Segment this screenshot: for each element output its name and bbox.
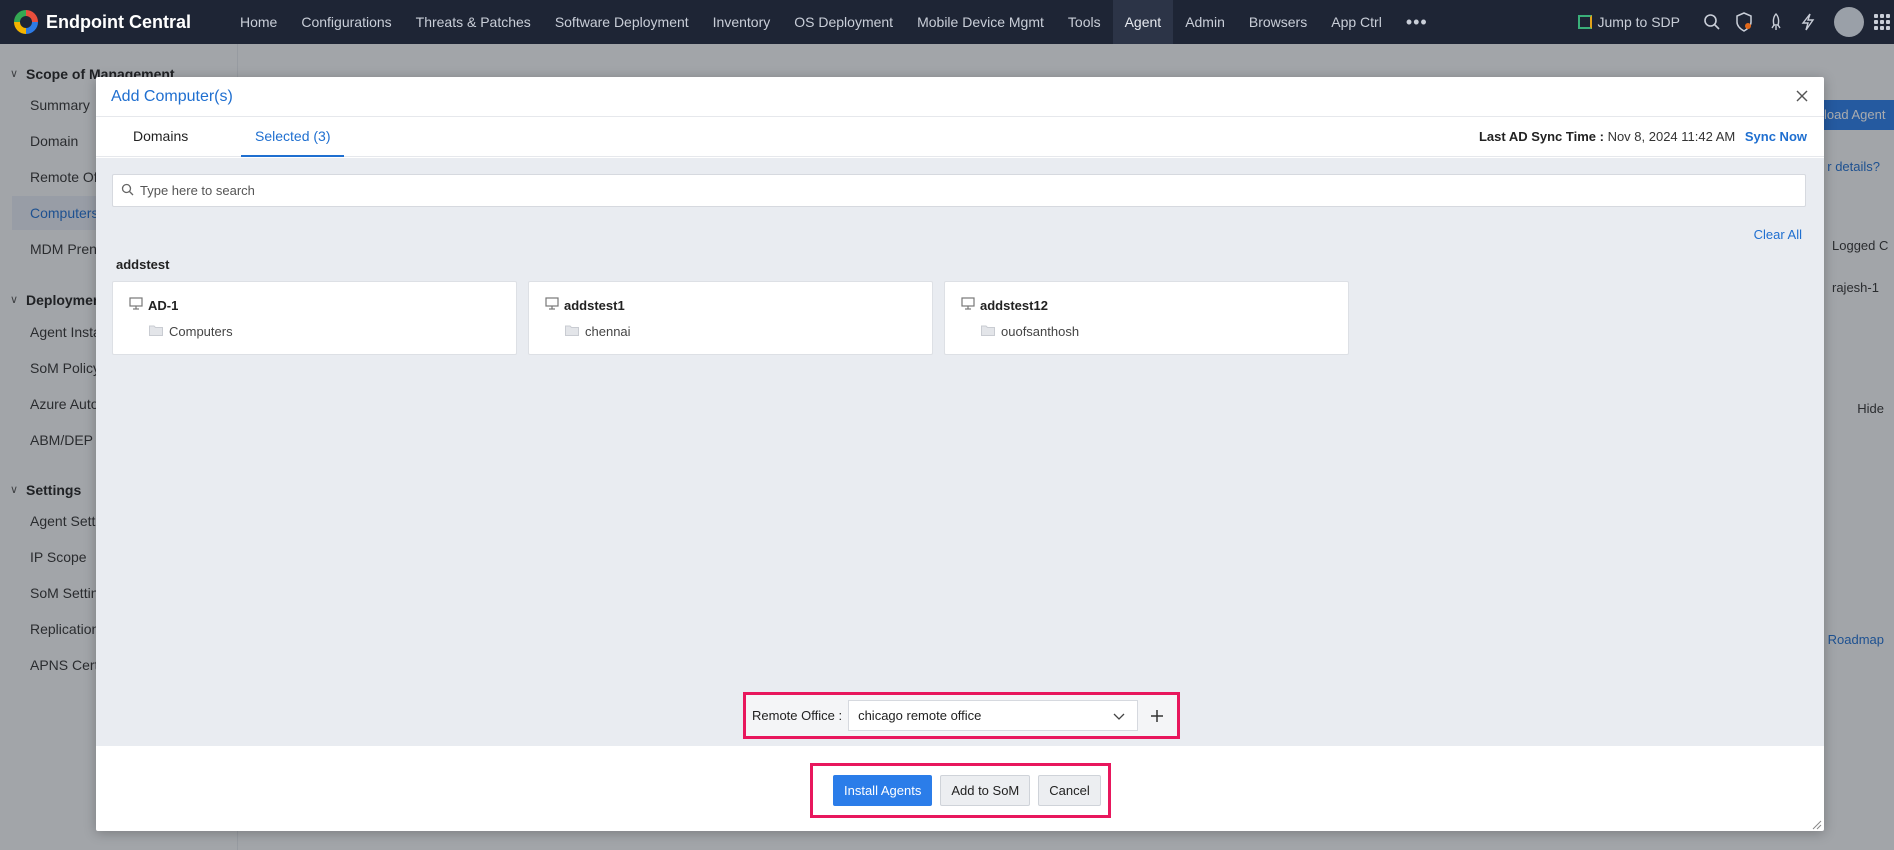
computer-ou: ouofsanthosh — [1001, 323, 1080, 339]
app-grid-icon[interactable] — [1874, 14, 1890, 30]
nav-configurations[interactable]: Configurations — [289, 0, 403, 44]
sync-now-link[interactable]: Sync Now — [1745, 129, 1807, 144]
top-nav-bar: Endpoint Central Home Configurations Thr… — [0, 0, 1894, 44]
domain-group-label: addstest — [116, 257, 170, 272]
nav-mobile-device-mgmt[interactable]: Mobile Device Mgmt — [905, 0, 1056, 44]
sync-label: Last AD Sync Time : — [1478, 129, 1604, 144]
dialog-header: Add Computer(s) — [96, 77, 1824, 117]
computer-name: addstest1 — [564, 297, 625, 313]
more-menu-icon[interactable]: ••• — [1394, 12, 1440, 33]
search-icon — [121, 183, 134, 199]
lightning-icon[interactable] — [1792, 0, 1824, 44]
nav-tools[interactable]: Tools — [1056, 0, 1113, 44]
add-computers-dialog: Add Computer(s) Domains Selected (3) Las… — [96, 77, 1824, 831]
computer-card[interactable]: AD-1 Computers — [112, 281, 517, 355]
nav-agent[interactable]: Agent — [1112, 0, 1174, 44]
selected-computers-list: AD-1 Computers addstest1 chennai addstes… — [112, 281, 1349, 355]
dialog-body: Clear All addstest AD-1 Computers — [96, 158, 1824, 746]
nav-home[interactable]: Home — [228, 0, 289, 44]
rocket-icon[interactable] — [1760, 0, 1792, 44]
app-name: Endpoint Central — [46, 11, 191, 32]
monitor-icon — [545, 297, 559, 313]
nav-os-deployment[interactable]: OS Deployment — [782, 0, 905, 44]
folder-icon — [149, 323, 163, 339]
add-remote-office-icon[interactable] — [1146, 705, 1168, 727]
folder-icon — [565, 323, 579, 339]
search-icon[interactable] — [1696, 0, 1728, 44]
monitor-icon — [961, 297, 975, 313]
search-input[interactable] — [140, 183, 1740, 198]
dialog-tabs: Domains Selected (3) Last AD Sync Time :… — [96, 117, 1824, 157]
app-logo[interactable]: Endpoint Central — [0, 10, 228, 34]
nav-threats-patches[interactable]: Threats & Patches — [404, 0, 543, 44]
jump-to-sdp-label: Jump to SDP — [1597, 14, 1680, 30]
main-nav: Home Configurations Threats & Patches So… — [228, 0, 1440, 44]
resize-handle-icon[interactable] — [1810, 817, 1822, 830]
computer-card[interactable]: addstest12 ouofsanthosh — [944, 281, 1349, 355]
dialog-actions: Install Agents Add to SoM Cancel — [810, 763, 1111, 818]
cancel-button[interactable]: Cancel — [1038, 775, 1101, 806]
remote-office-selector: Remote Office : chicago remote office — [743, 692, 1180, 739]
tab-domains[interactable]: Domains — [133, 117, 188, 157]
clear-all-link[interactable]: Clear All — [1754, 227, 1802, 242]
computer-ou: chennai — [585, 323, 631, 339]
add-to-som-button[interactable]: Add to SoM — [940, 775, 1031, 806]
remote-office-label: Remote Office : — [752, 708, 843, 723]
computer-card[interactable]: addstest1 chennai — [528, 281, 933, 355]
monitor-icon — [129, 297, 143, 313]
nav-browsers[interactable]: Browsers — [1237, 0, 1319, 44]
top-right-tools: Jump to SDP — [1577, 0, 1894, 44]
shield-icon[interactable] — [1728, 0, 1760, 44]
chevron-down-icon — [1113, 709, 1125, 725]
logo-icon — [14, 10, 38, 34]
tab-selected[interactable]: Selected (3) — [241, 117, 345, 157]
folder-icon — [981, 323, 995, 339]
nav-inventory[interactable]: Inventory — [701, 0, 783, 44]
sync-time: Nov 8, 2024 11:42 AM — [1607, 129, 1736, 144]
nav-software-deployment[interactable]: Software Deployment — [543, 0, 701, 44]
ad-sync-info: Last AD Sync Time : Nov 8, 2024 11:42 AM… — [1479, 117, 1807, 157]
computer-name: addstest12 — [980, 297, 1048, 313]
dialog-title: Add Computer(s) — [111, 87, 233, 105]
install-agents-button[interactable]: Install Agents — [833, 775, 933, 806]
nav-app-ctrl[interactable]: App Ctrl — [1319, 0, 1394, 44]
nav-admin[interactable]: Admin — [1173, 0, 1237, 44]
jump-to-sdp-link[interactable]: Jump to SDP — [1577, 14, 1680, 30]
close-icon[interactable] — [1792, 86, 1812, 106]
user-avatar[interactable] — [1834, 7, 1864, 37]
computer-name: AD-1 — [148, 297, 179, 313]
remote-office-dropdown[interactable]: chicago remote office — [848, 700, 1139, 731]
sdp-icon — [1577, 15, 1592, 29]
computer-ou: Computers — [169, 323, 233, 339]
remote-office-value: chicago remote office — [858, 708, 982, 723]
search-box[interactable] — [112, 174, 1806, 207]
